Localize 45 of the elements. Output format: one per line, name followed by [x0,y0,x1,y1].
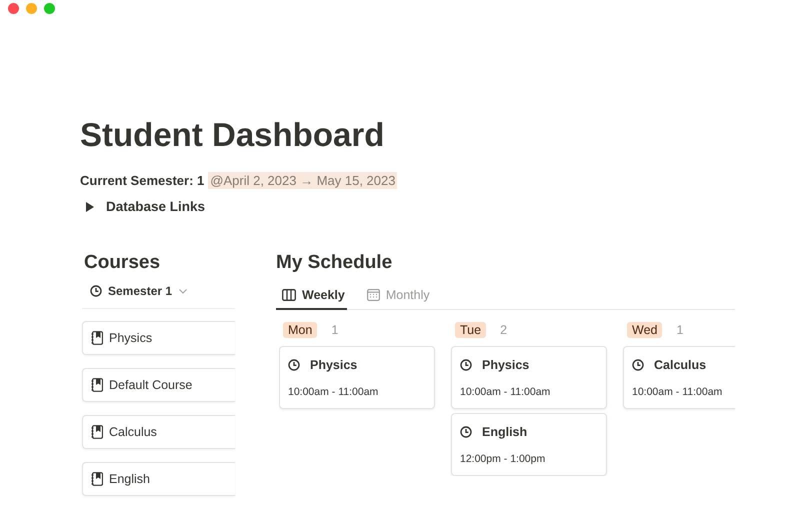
section-heading: My Schedule [276,251,394,275]
course-card[interactable]: Calculus [82,415,235,449]
minimize-window-button[interactable] [26,3,37,14]
event-name: Physics [482,358,530,372]
event-name: English [482,425,528,439]
notebook-icon [91,472,103,486]
notebook-icon [91,331,103,345]
item-count: 1 [331,323,338,337]
columns-icon [282,289,296,301]
event-name: Physics [310,358,358,372]
page-title: Student Dashboard [80,115,386,155]
notebook-icon [91,378,103,392]
calendar-icon [366,289,380,301]
event-time: 10:00am - 11:00am [632,386,724,398]
event-time: 10:00am - 11:00am [460,386,552,398]
event-name: Calculus [654,358,706,372]
event-time: 10:00am - 11:00am [288,386,380,398]
zoom-window-button[interactable] [44,3,55,14]
day-tag: Wed [627,322,662,338]
toggle-label[interactable]: Database Links [106,199,206,214]
item-count: 2 [500,323,508,337]
clock-icon [90,285,102,297]
view-tab[interactable]: Weekly [276,284,347,310]
view-selector[interactable]: Semester 1 [90,284,188,298]
event-time: 12:00pm - 1:00pm [460,453,546,465]
event-card[interactable]: English 12:00pm - 1:00pm [451,413,607,476]
course-card[interactable]: Default Course [82,368,235,402]
semester-label: Current Semester: 1 [80,172,204,189]
day-tag: Mon [283,322,318,338]
clock-icon [460,359,472,371]
section-heading: Courses [83,251,162,275]
clock-icon [288,359,300,371]
notebook-icon [91,425,103,439]
chevron-down-icon [179,288,188,294]
event-card[interactable]: Physics 10:00am - 11:00am [279,346,435,409]
event-card[interactable]: Physics 10:00am - 11:00am [451,346,607,409]
clock-icon [632,359,644,371]
day-tag: Tue [455,322,486,338]
close-window-button[interactable] [8,3,19,14]
clock-icon [460,426,472,438]
expand-triangle-icon[interactable] [85,202,94,212]
course-card[interactable]: Physics [82,321,235,355]
item-count: 1 [676,323,684,337]
event-card[interactable]: Calculus 10:00am - 11:00am [623,346,735,409]
course-card[interactable]: English [82,462,235,496]
